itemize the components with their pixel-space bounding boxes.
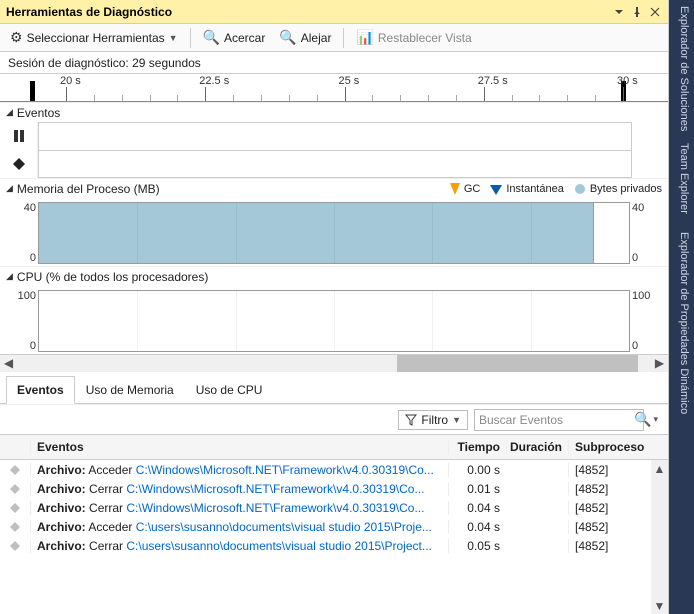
memory-chart[interactable]: 400 400	[0, 198, 668, 266]
zoom-in-icon: 🔍	[203, 29, 220, 46]
tab-events[interactable]: Eventos	[6, 376, 75, 404]
table-vscroll[interactable]: ▲ ▼	[651, 460, 668, 614]
collapse-icon: ◢	[6, 107, 13, 118]
event-diamond-icon	[0, 502, 30, 514]
filter-button-label: Filtro	[421, 413, 448, 427]
filter-bar: Filtro ▼ 🔍 ▾	[0, 404, 668, 434]
mem-ymin: 0	[30, 252, 36, 264]
table-row[interactable]: Archivo: Acceder C:\Windows\Microsoft.NE…	[0, 460, 668, 479]
ruler-label: 27.5 s	[478, 75, 508, 87]
col-duration[interactable]: Duración	[506, 440, 568, 454]
legend-gc: GC	[450, 183, 481, 195]
tab-dynamic-properties[interactable]: Explorador de Propiedades Dinámico	[669, 226, 694, 420]
scroll-thumb[interactable]	[397, 355, 638, 372]
legend-snapshot: Instantánea	[490, 183, 564, 195]
events-table-header: Eventos Tiempo Duración Subproceso	[0, 434, 668, 460]
select-tools-label: Seleccionar Herramientas	[27, 31, 165, 45]
scroll-right-icon[interactable]: ▶	[651, 355, 668, 372]
tab-team-explorer[interactable]: Team Explorer	[669, 137, 694, 220]
timeline-ruler[interactable]: 20 s 22.5 s 25 s 27.5 s 30 s	[0, 74, 668, 102]
session-bar: Sesión de diagnóstico: 29 segundos	[0, 52, 668, 74]
session-label: Sesión de diagnóstico: 29 segundos	[8, 56, 201, 70]
ruler-label: 30 s	[617, 75, 638, 87]
chevron-down-icon: ▼	[169, 33, 178, 43]
col-time[interactable]: Tiempo	[448, 440, 506, 454]
event-diamond-icon	[0, 540, 30, 552]
detail-tabs: Eventos Uso de Memoria Uso de CPU	[0, 371, 668, 403]
event-diamond-icon	[0, 464, 30, 476]
table-row[interactable]: Archivo: Cerrar C:\Windows\Microsoft.NET…	[0, 498, 668, 517]
collapse-icon: ◢	[6, 183, 13, 194]
event-diamond-icon	[0, 521, 30, 533]
zoom-out-label: Alejar	[301, 31, 332, 45]
event-diamond-icon	[0, 483, 30, 495]
search-input[interactable]	[479, 413, 634, 427]
file-path-link[interactable]: C:\Windows\Microsoft.NET\Framework\v4.0.…	[136, 463, 434, 477]
zoom-in-label: Acercar	[224, 31, 265, 45]
file-path-link[interactable]: C:\users\susanno\documents\visual studio…	[136, 520, 432, 534]
tab-memory-usage[interactable]: Uso de Memoria	[75, 376, 185, 404]
file-path-link[interactable]: C:\users\susanno\documents\visual studio…	[126, 539, 432, 553]
filter-button[interactable]: Filtro ▼	[398, 410, 468, 430]
right-tool-tabs: Explorador de Soluciones Team Explorer E…	[669, 0, 694, 614]
selection-start-handle[interactable]	[30, 81, 35, 101]
ruler-label: 20 s	[60, 75, 81, 87]
table-row[interactable]: Archivo: Cerrar C:\Windows\Microsoft.NET…	[0, 479, 668, 498]
event-lane[interactable]	[38, 150, 632, 178]
cpu-chart[interactable]: 1000 1000	[0, 286, 668, 354]
title-bar: Herramientas de Diagnóstico	[0, 0, 668, 24]
collapse-icon: ◢	[6, 271, 13, 282]
events-table-body: Archivo: Acceder C:\Windows\Microsoft.NE…	[0, 460, 668, 614]
select-tools-button[interactable]: ⚙ Seleccionar Herramientas ▼	[4, 27, 184, 48]
reset-view-label: Restablecer Vista	[378, 31, 472, 45]
zoom-out-button[interactable]: 🔍 Alejar	[273, 27, 337, 48]
tab-solution-explorer[interactable]: Explorador de Soluciones	[669, 0, 694, 137]
chevron-down-icon: ▼	[452, 415, 461, 425]
timeline-scrollbar[interactable]: ◀ ▶	[0, 354, 668, 371]
section-memory-title: Memoria del Proceso (MB)	[17, 182, 160, 196]
table-row[interactable]: Archivo: Acceder C:\users\susanno\docume…	[0, 517, 668, 536]
zoom-in-button[interactable]: 🔍 Acercar	[197, 27, 272, 48]
reset-view-button[interactable]: 📊 Restablecer Vista	[350, 27, 477, 48]
ruler-label: 25 s	[339, 75, 360, 87]
scroll-up-icon[interactable]: ▲	[651, 460, 668, 477]
cpu-ymax: 100	[18, 290, 36, 302]
zoom-out-icon: 🔍	[279, 29, 296, 46]
search-icon[interactable]: 🔍	[634, 411, 651, 428]
tab-cpu-usage[interactable]: Uso de CPU	[185, 376, 274, 404]
scroll-left-icon[interactable]: ◀	[0, 355, 17, 372]
cpu-ymin: 0	[30, 340, 36, 352]
section-memory-header[interactable]: ◢ Memoria del Proceso (MB) GC Instantáne…	[0, 178, 668, 198]
legend-private-bytes: Bytes privados	[574, 183, 662, 195]
section-cpu-title: CPU (% de todos los procesadores)	[17, 270, 208, 284]
window-options-icon[interactable]	[612, 5, 626, 19]
close-icon[interactable]	[648, 5, 662, 19]
unpin-icon[interactable]	[630, 5, 644, 19]
chevron-down-icon[interactable]: ▾	[653, 414, 658, 425]
intellitrace-event-icon[interactable]	[0, 150, 37, 178]
gear-icon: ⚙	[10, 29, 23, 46]
funnel-icon	[405, 414, 417, 426]
mem-ymax: 40	[24, 202, 36, 214]
ruler-label: 22.5 s	[199, 75, 229, 87]
diagnostic-tools-pane: Herramientas de Diagnóstico ⚙ Selecciona…	[0, 0, 669, 614]
scroll-down-icon[interactable]: ▼	[651, 597, 668, 614]
section-events-title: Eventos	[17, 106, 60, 120]
file-path-link[interactable]: C:\Windows\Microsoft.NET\Framework\v4.0.…	[126, 482, 424, 496]
section-cpu-header[interactable]: ◢ CPU (% de todos los procesadores)	[0, 266, 668, 286]
break-lane[interactable]	[38, 122, 632, 150]
table-row[interactable]: Archivo: Cerrar C:\users\susanno\documen…	[0, 536, 668, 555]
section-events-header[interactable]: ◢ Eventos	[0, 102, 668, 122]
col-subprocess[interactable]: Subproceso	[568, 440, 650, 454]
window-title: Herramientas de Diagnóstico	[6, 5, 172, 19]
col-events[interactable]: Eventos	[30, 440, 448, 454]
search-events-box[interactable]: 🔍 ▾	[474, 409, 644, 431]
file-path-link[interactable]: C:\Windows\Microsoft.NET\Framework\v4.0.…	[126, 501, 424, 515]
break-all-icon[interactable]	[0, 122, 37, 150]
toolbar: ⚙ Seleccionar Herramientas ▼ 🔍 Acercar 🔍…	[0, 24, 668, 52]
reset-view-icon: 📊	[356, 29, 373, 46]
